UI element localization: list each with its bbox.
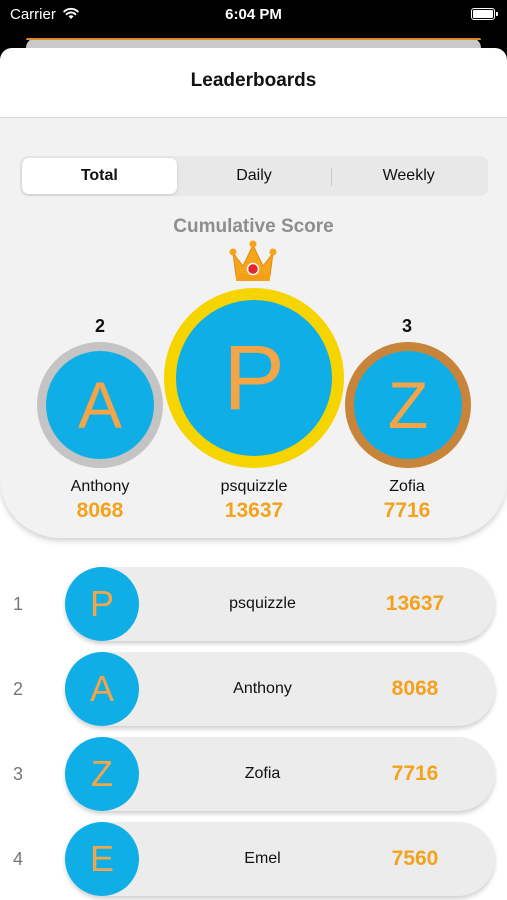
- row-initial: Z: [91, 753, 113, 794]
- period-segmented-control: Total Daily Weekly: [20, 156, 488, 196]
- row-rank: 1: [12, 594, 23, 614]
- crown-icon: [228, 236, 278, 284]
- second-place-initial: A: [77, 368, 123, 442]
- second-place-avatar[interactable]: A: [37, 342, 163, 468]
- row-initial: P: [89, 583, 114, 624]
- row-rank: 3: [12, 764, 23, 784]
- leaderboard-sheet: Leaderboards Total Daily Weekly Cumulati…: [0, 48, 507, 900]
- leaderboard-row[interactable]: 4 E Emel 7560: [0, 822, 507, 900]
- row-avatar: E: [65, 822, 139, 896]
- segment-daily[interactable]: Daily: [177, 158, 332, 194]
- row-name: Zofia: [244, 765, 281, 782]
- third-place-name: Zofia: [389, 478, 425, 495]
- first-place-name: psquizzle: [220, 478, 288, 495]
- row-initial: A: [89, 668, 114, 709]
- second-place-name: Anthony: [70, 478, 130, 495]
- segment-weekly-label: Weekly: [382, 167, 435, 184]
- first-place-avatar[interactable]: P: [164, 288, 344, 468]
- row-name: psquizzle: [229, 595, 296, 612]
- row-score: 7716: [391, 762, 439, 785]
- third-place-initial: Z: [387, 368, 429, 442]
- podium-header: Total Daily Weekly Cumulative Score 2 A …: [0, 118, 507, 538]
- first-place-initial: P: [223, 326, 285, 429]
- row-avatar: P: [65, 567, 139, 641]
- row-avatar: Z: [65, 737, 139, 811]
- second-place-score: 8068: [76, 499, 124, 522]
- second-place-rank: 2: [94, 316, 105, 336]
- leaderboard-row[interactable]: 1 P psquizzle 13637: [0, 567, 507, 645]
- status-bar: Carrier 6:04 PM: [0, 0, 507, 30]
- row-rank: 4: [12, 849, 23, 869]
- row-avatar: A: [65, 652, 139, 726]
- third-place-rank: 3: [401, 316, 412, 336]
- row-name: Emel: [244, 850, 281, 867]
- status-time: 6:04 PM: [225, 6, 282, 23]
- leaderboard-row[interactable]: 3 Z Zofia 7716: [0, 737, 507, 815]
- row-name: Anthony: [233, 680, 292, 697]
- first-place-score: 13637: [224, 499, 284, 522]
- leaderboard-row[interactable]: 2 A Anthony 8068: [0, 652, 507, 730]
- podium-title: Cumulative Score: [173, 216, 334, 237]
- segment-daily-label: Daily: [236, 167, 272, 184]
- page-title: Leaderboards: [190, 70, 317, 91]
- segment-total-label: Total: [80, 167, 118, 184]
- third-place-score: 7716: [383, 499, 431, 522]
- third-place-avatar[interactable]: Z: [345, 342, 471, 468]
- battery-icon: [471, 8, 498, 20]
- segment-total[interactable]: Total: [22, 158, 177, 194]
- row-initial: E: [89, 838, 114, 879]
- row-score: 13637: [385, 592, 445, 615]
- segment-divider: [331, 168, 333, 186]
- segment-weekly[interactable]: Weekly: [331, 158, 486, 194]
- row-score: 7560: [391, 847, 439, 870]
- row-rank: 2: [12, 679, 23, 699]
- row-score: 8068: [391, 677, 439, 700]
